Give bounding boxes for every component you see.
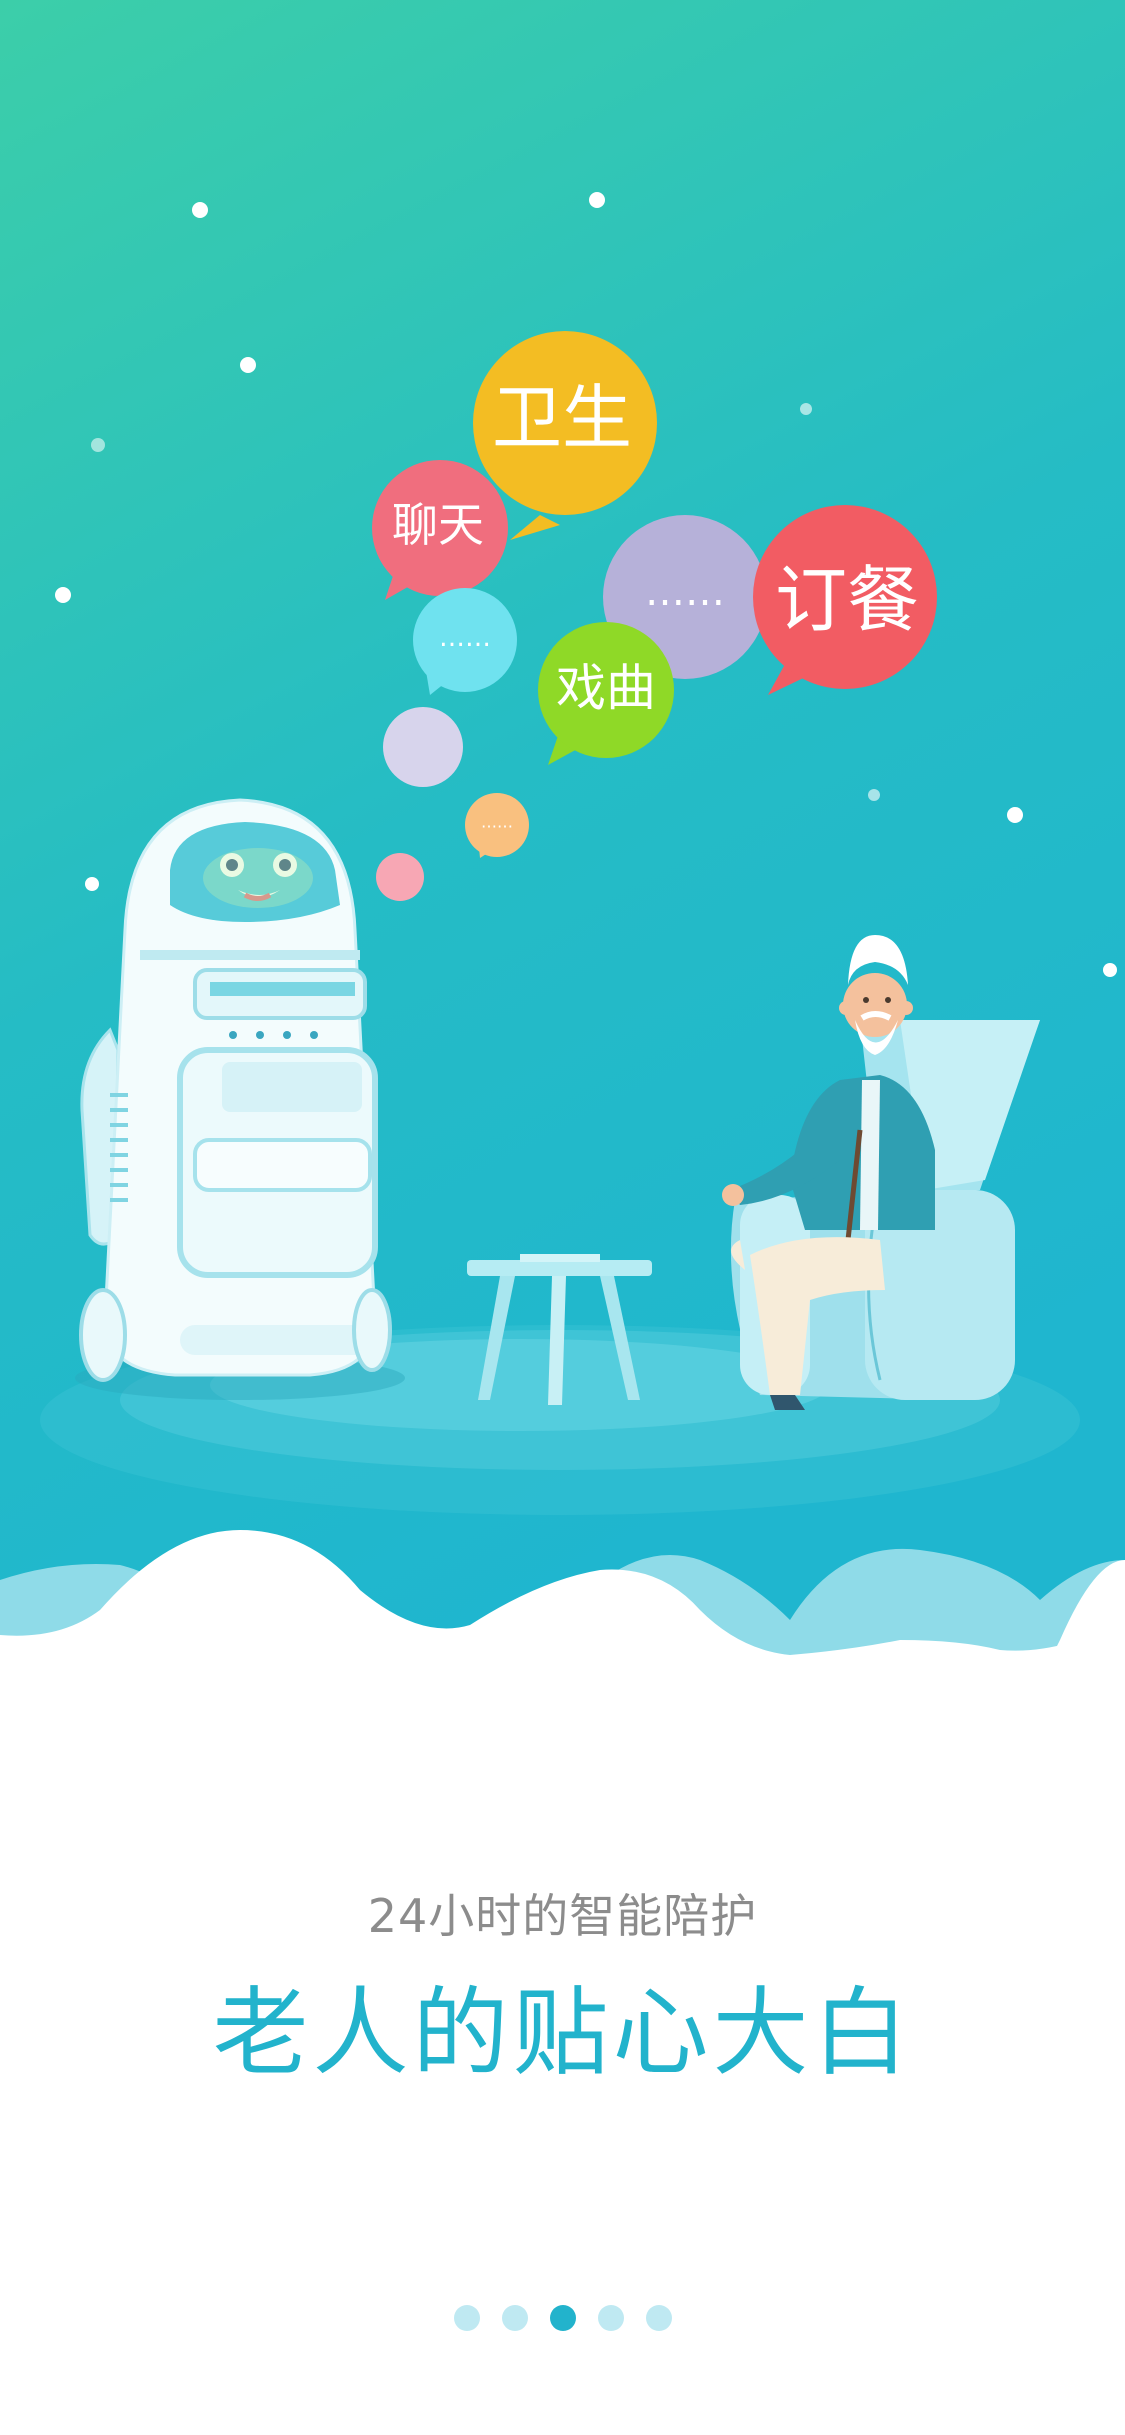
page-dot[interactable] bbox=[597, 2305, 624, 2331]
bubble-chat-label: 聊天 bbox=[392, 498, 484, 552]
page-dot-active[interactable] bbox=[549, 2305, 576, 2331]
page-dot[interactable] bbox=[453, 2305, 480, 2331]
bubble-more-cyan-label: …… bbox=[439, 623, 491, 653]
bubble-small-lavender bbox=[383, 707, 463, 787]
bubble-more-orange-label: …… bbox=[481, 813, 513, 832]
hero-illustration: 卫生 聊天 …… 订餐 …… 戏曲 …… bbox=[0, 0, 1125, 1680]
page-dot[interactable] bbox=[501, 2305, 528, 2331]
headline: 老人的贴心大白 bbox=[212, 1977, 913, 2089]
bubble-order-meal-label: 订餐 bbox=[775, 558, 919, 642]
subtitle: 24小时的智能陪护 bbox=[367, 1889, 758, 1943]
page-indicator bbox=[0, 2305, 1125, 2331]
bubble-tiny-pink bbox=[376, 853, 424, 901]
bubble-opera-label: 戏曲 bbox=[556, 659, 656, 717]
bubble-more-purple-label: …… bbox=[645, 569, 725, 615]
page-dot[interactable] bbox=[645, 2305, 672, 2331]
bubble-hygiene-label: 卫生 bbox=[492, 377, 632, 459]
